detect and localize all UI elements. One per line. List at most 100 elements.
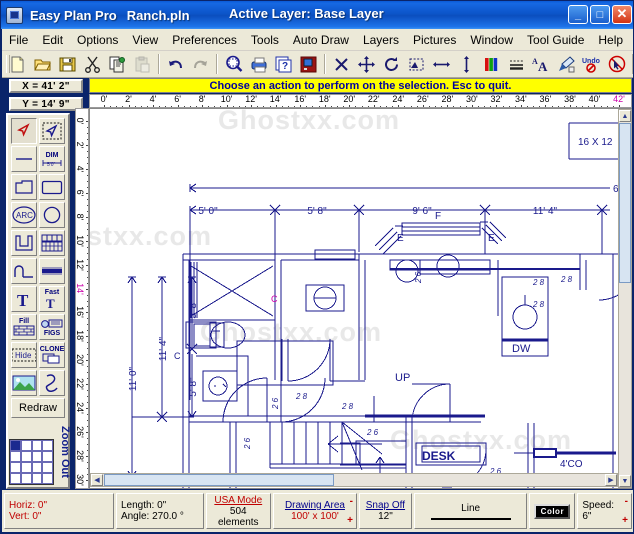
vertical-ruler[interactable]: 0'2'4'6'8'10'12'14'16'18'20'22'24'26'28'… bbox=[75, 108, 89, 489]
arc-tool-icon[interactable]: ARC bbox=[11, 202, 37, 228]
zoom-out-grid[interactable] bbox=[9, 439, 54, 485]
menu-item-tools[interactable]: Tools bbox=[244, 31, 286, 49]
stairs-tool-icon[interactable] bbox=[11, 258, 37, 284]
zoom-grid-cell[interactable] bbox=[42, 473, 53, 484]
vertical-scroll-thumb[interactable] bbox=[619, 123, 631, 283]
horizontal-ruler[interactable]: 0'2'4'6'8'10'12'14'16'18'20'22'24'26'28'… bbox=[89, 94, 632, 108]
units-mode-label[interactable]: USA Mode bbox=[211, 495, 266, 506]
menu-item-updates[interactable]: Updates bbox=[630, 31, 634, 49]
new-document-icon[interactable] bbox=[6, 53, 29, 76]
menu-item-file[interactable]: File bbox=[2, 31, 35, 49]
zoom-grid-cell[interactable] bbox=[21, 451, 32, 462]
scroll-left-button[interactable]: ◀ bbox=[91, 474, 103, 486]
color-button[interactable]: Color bbox=[534, 504, 570, 519]
print-icon[interactable] bbox=[247, 53, 270, 76]
line-tool-icon[interactable] bbox=[11, 146, 37, 172]
delete-x-icon[interactable] bbox=[330, 53, 353, 76]
zoom-grid-cell[interactable] bbox=[10, 440, 21, 451]
zoom-grid-cell[interactable] bbox=[32, 473, 43, 484]
zoom-grid-cell[interactable] bbox=[42, 451, 53, 462]
scroll-right-button[interactable]: ▶ bbox=[605, 474, 617, 486]
scroll-up-button[interactable]: ▲ bbox=[619, 110, 631, 122]
cancel-select-icon[interactable] bbox=[605, 53, 628, 76]
drawing-area-increase-button[interactable]: + bbox=[347, 515, 353, 526]
clone-tool-icon[interactable]: CLONE bbox=[39, 342, 65, 368]
zoom-grid-cell[interactable] bbox=[10, 451, 21, 462]
select-region-icon[interactable] bbox=[405, 53, 428, 76]
zoom-magnifier-icon[interactable] bbox=[222, 53, 245, 76]
color-panel[interactable]: Color bbox=[529, 493, 575, 529]
zoom-grid-cell[interactable] bbox=[10, 462, 21, 473]
color-bars-icon[interactable] bbox=[480, 53, 503, 76]
drawing-area-decrease-button[interactable]: - bbox=[350, 496, 353, 507]
cut-scissors-icon[interactable] bbox=[81, 53, 104, 76]
stretch-vertical-icon[interactable] bbox=[455, 53, 478, 76]
fill-tool-icon[interactable]: Fill bbox=[11, 314, 37, 340]
scroll-down-button[interactable]: ▼ bbox=[619, 475, 631, 487]
floor-plan-drawing[interactable]: 16 X 12 68' 0" 5' 0" 5' 8" 9' 6" 11' 4" … bbox=[90, 109, 632, 489]
hide-tool-icon[interactable]: Hide bbox=[11, 342, 37, 368]
drawing-area-label[interactable]: Drawing Area bbox=[278, 500, 352, 511]
marquee-select-icon[interactable] bbox=[39, 118, 65, 144]
picture-tool-icon[interactable] bbox=[11, 370, 37, 396]
close-button[interactable]: ✕ bbox=[612, 5, 632, 24]
menu-item-pictures[interactable]: Pictures bbox=[406, 31, 463, 49]
zoom-grid-cell[interactable] bbox=[42, 440, 53, 451]
rotate-icon[interactable] bbox=[380, 53, 403, 76]
paste-icon[interactable] bbox=[131, 53, 154, 76]
menu-item-view[interactable]: View bbox=[125, 31, 165, 49]
move-icon[interactable] bbox=[355, 53, 378, 76]
horizontal-scrollbar[interactable]: ◀ ▶ bbox=[90, 473, 618, 487]
speed-decrease-button[interactable]: - bbox=[625, 496, 628, 507]
zoom-grid-cell[interactable] bbox=[21, 440, 32, 451]
polyline-tool-icon[interactable] bbox=[11, 174, 37, 200]
zoom-grid-cell[interactable] bbox=[10, 473, 21, 484]
drawing-canvas[interactable]: Ghostxx.com Ghostxx.com Ghostxx.com Ghos… bbox=[89, 108, 632, 489]
arrow-select-icon[interactable] bbox=[11, 118, 37, 144]
menu-item-help[interactable]: Help bbox=[591, 31, 630, 49]
menu-item-options[interactable]: Options bbox=[70, 31, 125, 49]
menu-item-window[interactable]: Window bbox=[463, 31, 520, 49]
zoom-grid-cell[interactable] bbox=[32, 462, 43, 473]
redraw-button[interactable]: Redraw bbox=[11, 398, 65, 418]
speed-increase-button[interactable]: + bbox=[622, 515, 628, 526]
minimize-button[interactable]: _ bbox=[568, 5, 588, 24]
snap-panel[interactable]: Snap Off 12" bbox=[359, 493, 412, 529]
circle-tool-icon[interactable] bbox=[39, 202, 65, 228]
drawing-area-panel[interactable]: Drawing Area 100' x 100' - + bbox=[273, 493, 357, 529]
open-folder-icon[interactable] bbox=[31, 53, 54, 76]
units-mode-panel[interactable]: USA Mode 504 elements bbox=[206, 493, 271, 529]
figures-tool-icon[interactable]: FIGS bbox=[39, 314, 65, 340]
door-icon[interactable] bbox=[297, 53, 320, 76]
menu-item-preferences[interactable]: Preferences bbox=[165, 31, 244, 49]
horizontal-scroll-thumb[interactable] bbox=[104, 474, 334, 486]
stretch-horizontal-icon[interactable] bbox=[430, 53, 453, 76]
text-tool-icon[interactable]: T bbox=[11, 286, 37, 312]
beam-tool-icon[interactable] bbox=[39, 258, 65, 284]
help-page-icon[interactable]: ? bbox=[272, 53, 295, 76]
fast-text-tool-icon[interactable]: Fast T bbox=[39, 286, 65, 312]
redo-arrow-icon[interactable] bbox=[189, 53, 212, 76]
speed-panel[interactable]: Speed: 6" - + bbox=[577, 493, 632, 529]
vertical-scrollbar[interactable]: ▲ ▼ bbox=[618, 109, 632, 488]
menu-item-layers[interactable]: Layers bbox=[356, 31, 406, 49]
line-style-panel[interactable]: Line bbox=[414, 493, 528, 529]
zoom-grid-cell[interactable] bbox=[42, 462, 53, 473]
wall-tool-icon[interactable] bbox=[11, 230, 37, 256]
zoom-grid-cell[interactable] bbox=[32, 440, 43, 451]
window-grid-tool-icon[interactable] bbox=[39, 230, 65, 256]
undo-clear-icon[interactable]: Undo bbox=[580, 53, 603, 76]
menu-item-tool-guide[interactable]: Tool Guide bbox=[520, 31, 591, 49]
zoom-grid-cell[interactable] bbox=[21, 473, 32, 484]
paint-brush-icon[interactable] bbox=[555, 53, 578, 76]
line-style-swatch[interactable] bbox=[431, 518, 511, 520]
zoom-grid-cell[interactable] bbox=[21, 462, 32, 473]
rectangle-tool-icon[interactable] bbox=[39, 174, 65, 200]
font-icon[interactable]: AA bbox=[530, 53, 553, 76]
zoom-grid-cell[interactable] bbox=[32, 451, 43, 462]
save-disk-icon[interactable] bbox=[56, 53, 79, 76]
copy-icon[interactable] bbox=[106, 53, 129, 76]
freehand-curve-tool-icon[interactable] bbox=[39, 370, 65, 396]
dimension-tool-icon[interactable]: DIM 5'0" bbox=[39, 146, 65, 172]
snap-state-label[interactable]: Snap Off bbox=[364, 500, 407, 511]
